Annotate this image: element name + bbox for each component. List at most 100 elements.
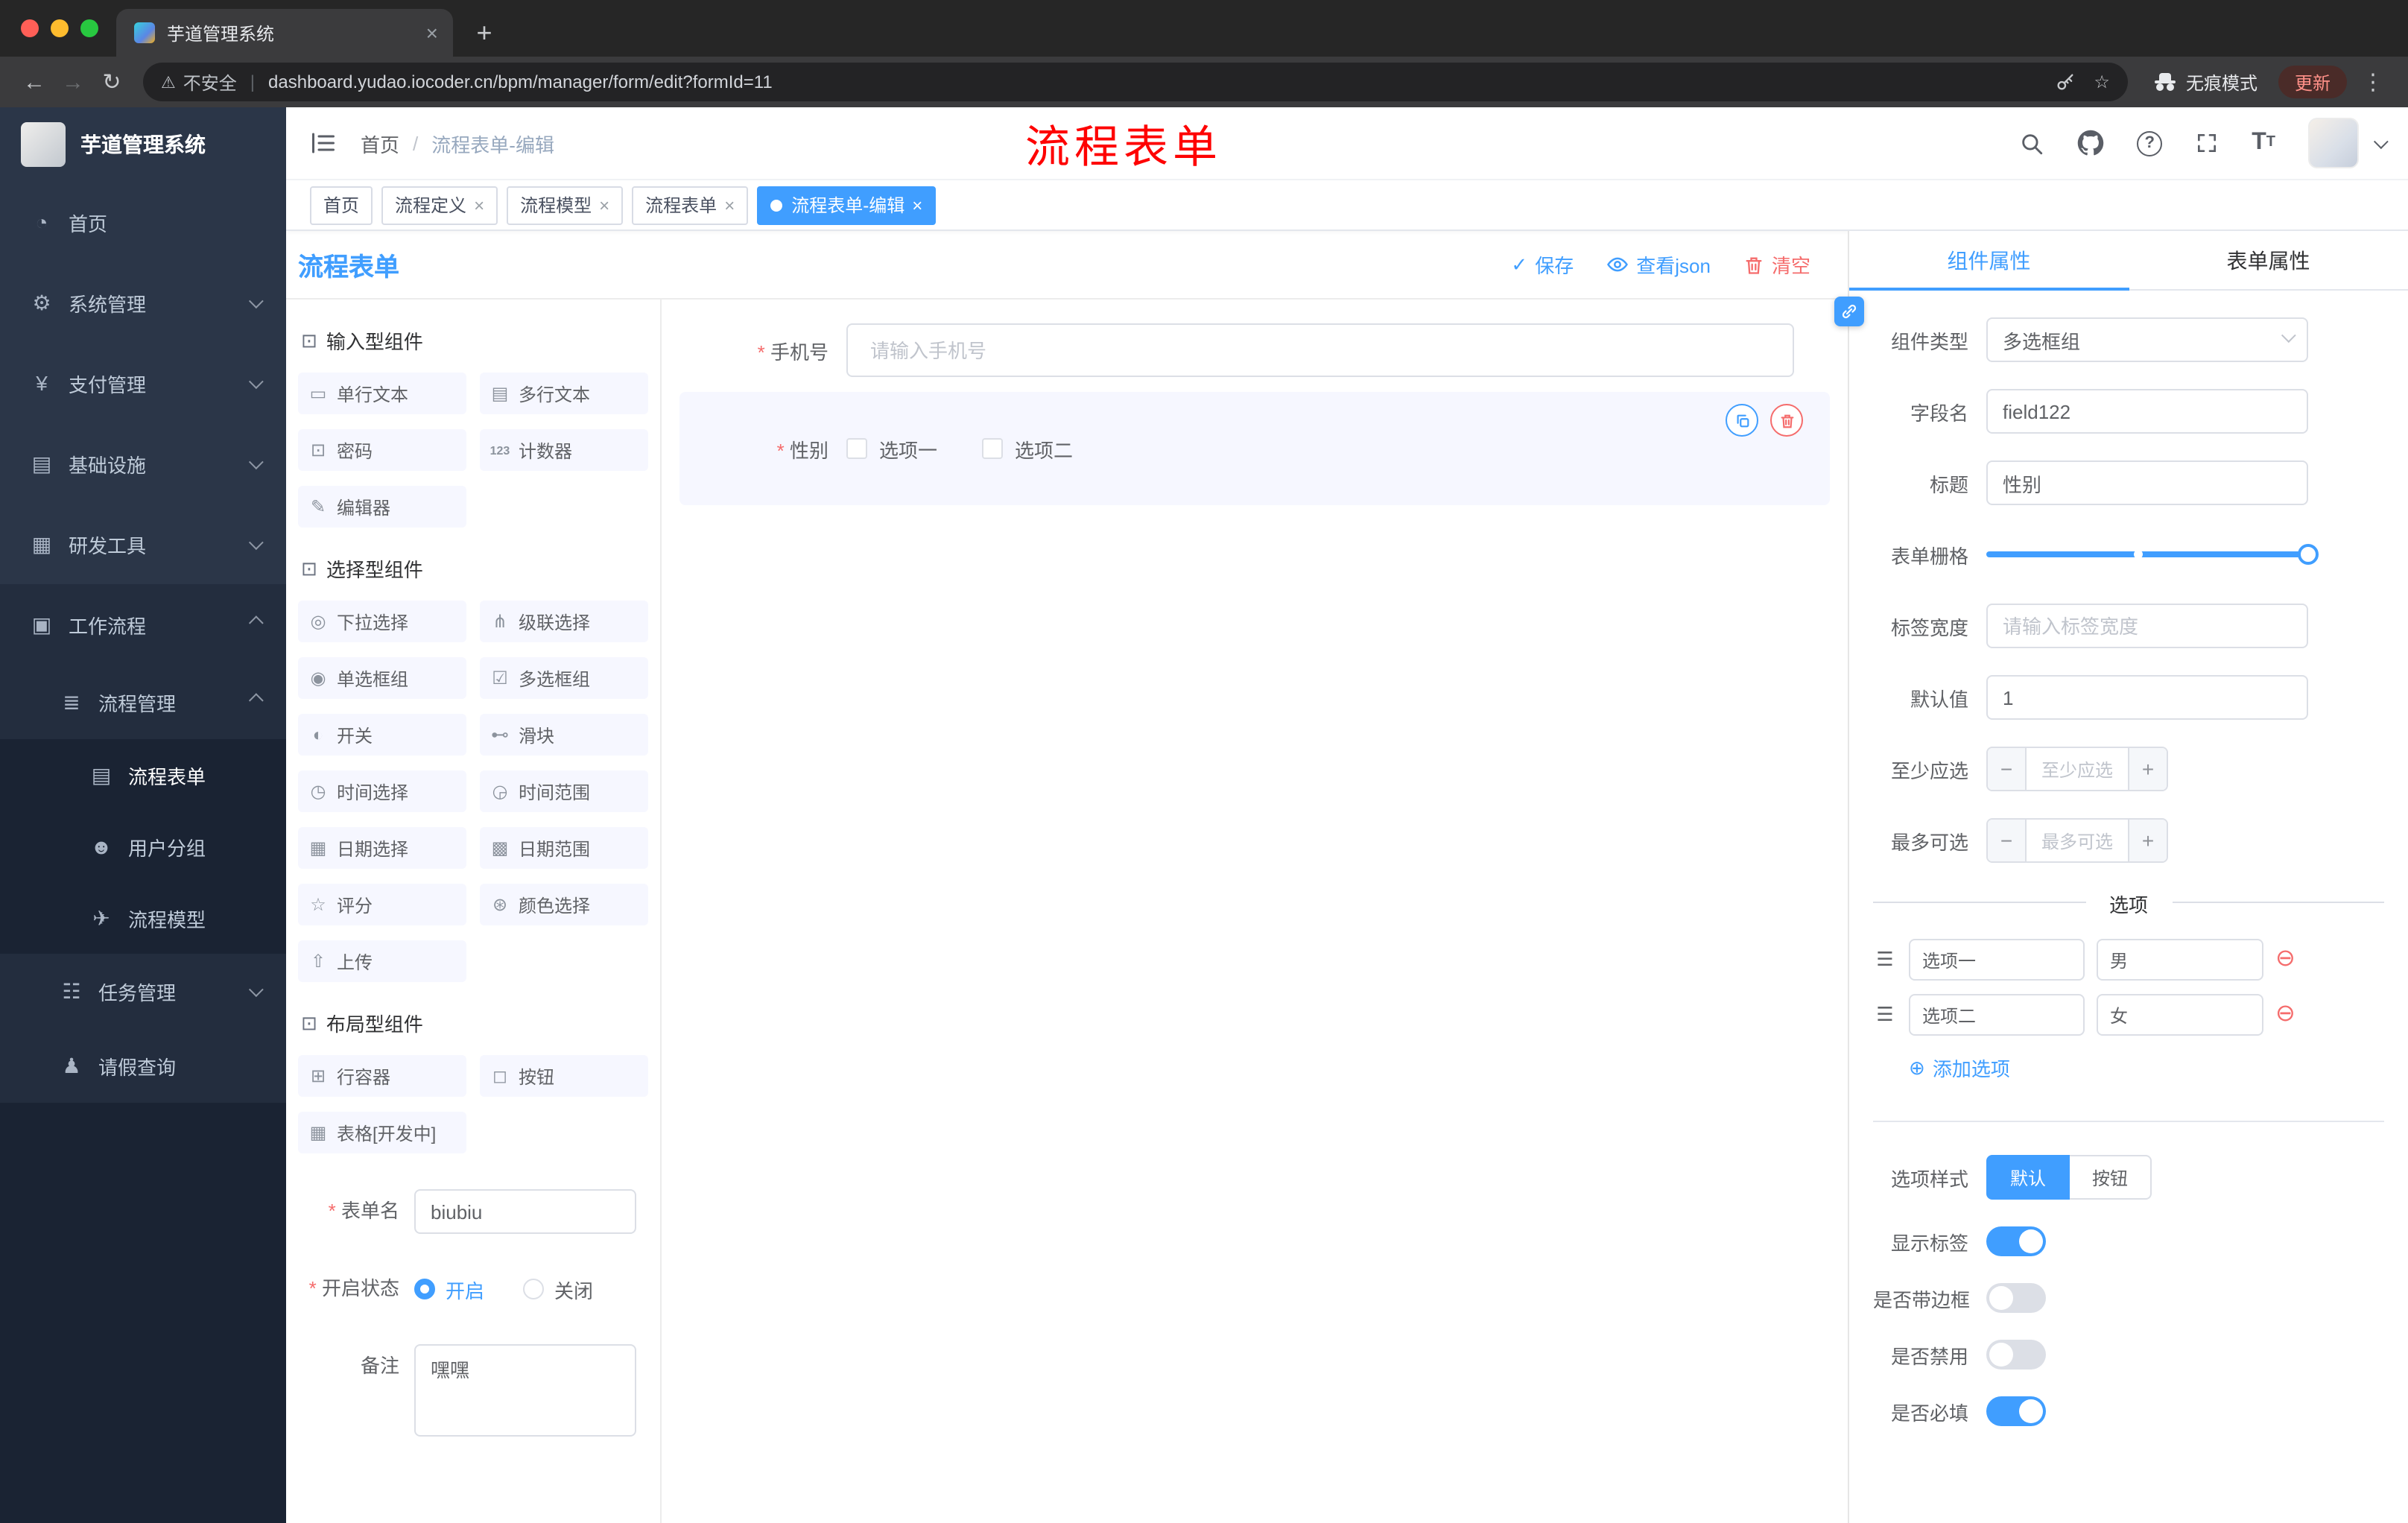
view-json-button[interactable]: 查看json — [1606, 250, 1711, 279]
tag-view-process-form-edit[interactable]: 流程表单-编辑 × — [757, 186, 937, 224]
disabled-toggle[interactable] — [1986, 1340, 2046, 1370]
sidebar-item-process-manage[interactable]: ≣ 流程管理 — [0, 665, 286, 739]
palette-item-counter[interactable]: 123 计数器 — [480, 429, 648, 471]
reload-icon[interactable]: ↻ — [92, 63, 131, 101]
form-name-input[interactable] — [414, 1189, 636, 1234]
default-value-input[interactable] — [1986, 675, 2308, 720]
key-icon[interactable] — [2055, 72, 2076, 92]
palette-item-checkbox-group[interactable]: ☑ 多选框组 — [480, 657, 648, 699]
min-stepper-value[interactable]: 至少应选 — [2027, 748, 2128, 790]
widget-phone[interactable]: 手机号 — [679, 317, 1830, 383]
palette-item-rate[interactable]: ☆ 评分 — [298, 884, 466, 925]
bookmark-star-icon[interactable]: ☆ — [2094, 72, 2110, 92]
close-window-button[interactable] — [21, 19, 39, 37]
form-canvas[interactable]: 手机号 — [662, 300, 1848, 1523]
palette-item-radio-group[interactable]: ◉ 单选框组 — [298, 657, 466, 699]
add-option-button[interactable]: ⊕ 添加选项 — [1909, 1054, 2408, 1082]
tag-view-process-form[interactable]: 流程表单 × — [632, 186, 749, 224]
palette-item-editor[interactable]: ✎ 编辑器 — [298, 486, 466, 528]
title-input[interactable] — [1986, 460, 2308, 505]
palette-item-textarea[interactable]: ▤ 多行文本 — [480, 373, 648, 414]
close-tab-icon[interactable]: × — [423, 19, 441, 46]
phone-input[interactable] — [846, 323, 1794, 377]
radio-on[interactable]: 开启 — [414, 1275, 484, 1303]
sidebar-item-system[interactable]: ⚙ 系统管理 — [0, 262, 286, 343]
close-icon[interactable]: × — [599, 196, 609, 214]
widget-gender-selected[interactable]: 性别 选项一 选项二 — [679, 392, 1830, 505]
drag-handle-icon[interactable]: ☰ — [1873, 948, 1897, 972]
help-icon[interactable]: ? — [2137, 130, 2163, 156]
search-icon[interactable] — [2019, 130, 2044, 156]
save-button[interactable]: ✓ 保存 — [1511, 250, 1574, 279]
remove-option-icon[interactable]: ⊖ — [2275, 947, 2295, 972]
required-toggle[interactable] — [1986, 1396, 2046, 1426]
palette-item-upload[interactable]: ⇧ 上传 — [298, 940, 466, 982]
zoom-window-button[interactable] — [80, 19, 98, 37]
link-tag[interactable] — [1834, 297, 1864, 326]
radio-off[interactable]: 关闭 — [523, 1275, 593, 1303]
minus-icon[interactable]: − — [1988, 748, 2027, 790]
fullscreen-icon[interactable] — [2195, 131, 2219, 155]
close-icon[interactable]: × — [912, 196, 922, 214]
new-tab-button[interactable]: + — [465, 13, 504, 52]
style-default-button[interactable]: 默认 — [1986, 1155, 2070, 1200]
browser-tab[interactable]: 芋道管理系统 × — [116, 9, 453, 57]
palette-item-select[interactable]: ◎ 下拉选择 — [298, 601, 466, 642]
show-label-toggle[interactable] — [1986, 1226, 2046, 1256]
max-stepper-value[interactable]: 最多可选 — [2027, 820, 2128, 861]
avatar-caret-icon[interactable] — [2373, 133, 2389, 149]
style-button-button[interactable]: 按钮 — [2070, 1155, 2152, 1200]
drag-handle-icon[interactable]: ☰ — [1873, 1003, 1897, 1027]
remove-option-icon[interactable]: ⊖ — [2275, 1002, 2295, 1027]
forward-icon[interactable]: → — [54, 63, 92, 101]
form-remark-textarea[interactable]: 嘿嘿 — [414, 1344, 636, 1437]
border-toggle[interactable] — [1986, 1283, 2046, 1313]
palette-item-cascader[interactable]: ⋔ 级联选择 — [480, 601, 648, 642]
option-value-input[interactable] — [2097, 939, 2263, 981]
checkbox-option-2[interactable]: 选项二 — [982, 434, 1073, 463]
breadcrumb-home[interactable]: 首页 — [361, 129, 399, 157]
close-icon[interactable]: × — [474, 196, 484, 214]
browser-menu-icon[interactable]: ⋮ — [2353, 69, 2393, 95]
tag-view-process-definition[interactable]: 流程定义 × — [381, 186, 498, 224]
sidebar-item-process-model[interactable]: ✈ 流程模型 — [0, 882, 286, 954]
slider-track[interactable] — [1986, 544, 2319, 565]
palette-item-row-container[interactable]: ⊞ 行容器 — [298, 1055, 466, 1097]
palette-item-time-range[interactable]: ◶ 时间范围 — [480, 770, 648, 812]
option-value-input[interactable] — [2097, 994, 2263, 1036]
palette-item-text-input[interactable]: ▭ 单行文本 — [298, 373, 466, 414]
minus-icon[interactable]: − — [1988, 820, 2027, 861]
sidebar-item-workflow[interactable]: ▣ 工作流程 — [0, 584, 286, 665]
tab-form-props[interactable]: 表单属性 — [2129, 231, 2408, 289]
clear-button[interactable]: 清空 — [1743, 250, 1810, 279]
palette-item-table[interactable]: ▦ 表格[开发中] — [298, 1112, 466, 1153]
tab-component-props[interactable]: 组件属性 — [1849, 231, 2129, 291]
option-label-input[interactable] — [1909, 994, 2085, 1036]
close-icon[interactable]: × — [724, 196, 735, 214]
palette-item-password[interactable]: ⊡ 密码 — [298, 429, 466, 471]
grid-slider[interactable] — [1986, 532, 2319, 577]
update-button[interactable]: 更新 — [2278, 66, 2347, 98]
back-icon[interactable]: ← — [15, 63, 54, 101]
sidebar-item-task-manage[interactable]: ☷ 任务管理 — [0, 954, 286, 1028]
palette-item-switch[interactable]: ◐ 开关 — [298, 714, 466, 756]
github-icon[interactable] — [2077, 130, 2104, 156]
palette-item-date-range[interactable]: ▩ 日期范围 — [480, 827, 648, 869]
checkbox-option-1[interactable]: 选项一 — [846, 434, 937, 463]
sidebar-item-devtools[interactable]: ▦ 研发工具 — [0, 504, 286, 584]
sidebar-item-home[interactable]: ◔ 首页 — [0, 182, 286, 262]
tag-view-home[interactable]: 首页 — [310, 186, 373, 224]
label-width-input[interactable] — [1986, 604, 2308, 648]
collapse-sidebar-icon[interactable] — [310, 130, 337, 156]
address-bar[interactable]: ⚠ 不安全 | dashboard.yudao.iocoder.cn/bpm/m… — [143, 63, 2128, 101]
palette-item-color-picker[interactable]: ⊛ 颜色选择 — [480, 884, 648, 925]
option-label-input[interactable] — [1909, 939, 2085, 981]
sidebar-item-leave-query[interactable]: ♟ 请假查询 — [0, 1028, 286, 1103]
sidebar-item-process-form[interactable]: ▤ 流程表单 — [0, 739, 286, 811]
font-size-icon[interactable]: TT — [2252, 130, 2275, 155]
sidebar-item-infrastructure[interactable]: ▤ 基础设施 — [0, 423, 286, 504]
field-name-input[interactable] — [1986, 389, 2308, 434]
minimize-window-button[interactable] — [51, 19, 69, 37]
slider-handle[interactable] — [2298, 544, 2319, 565]
copy-widget-button[interactable] — [1726, 404, 1758, 437]
